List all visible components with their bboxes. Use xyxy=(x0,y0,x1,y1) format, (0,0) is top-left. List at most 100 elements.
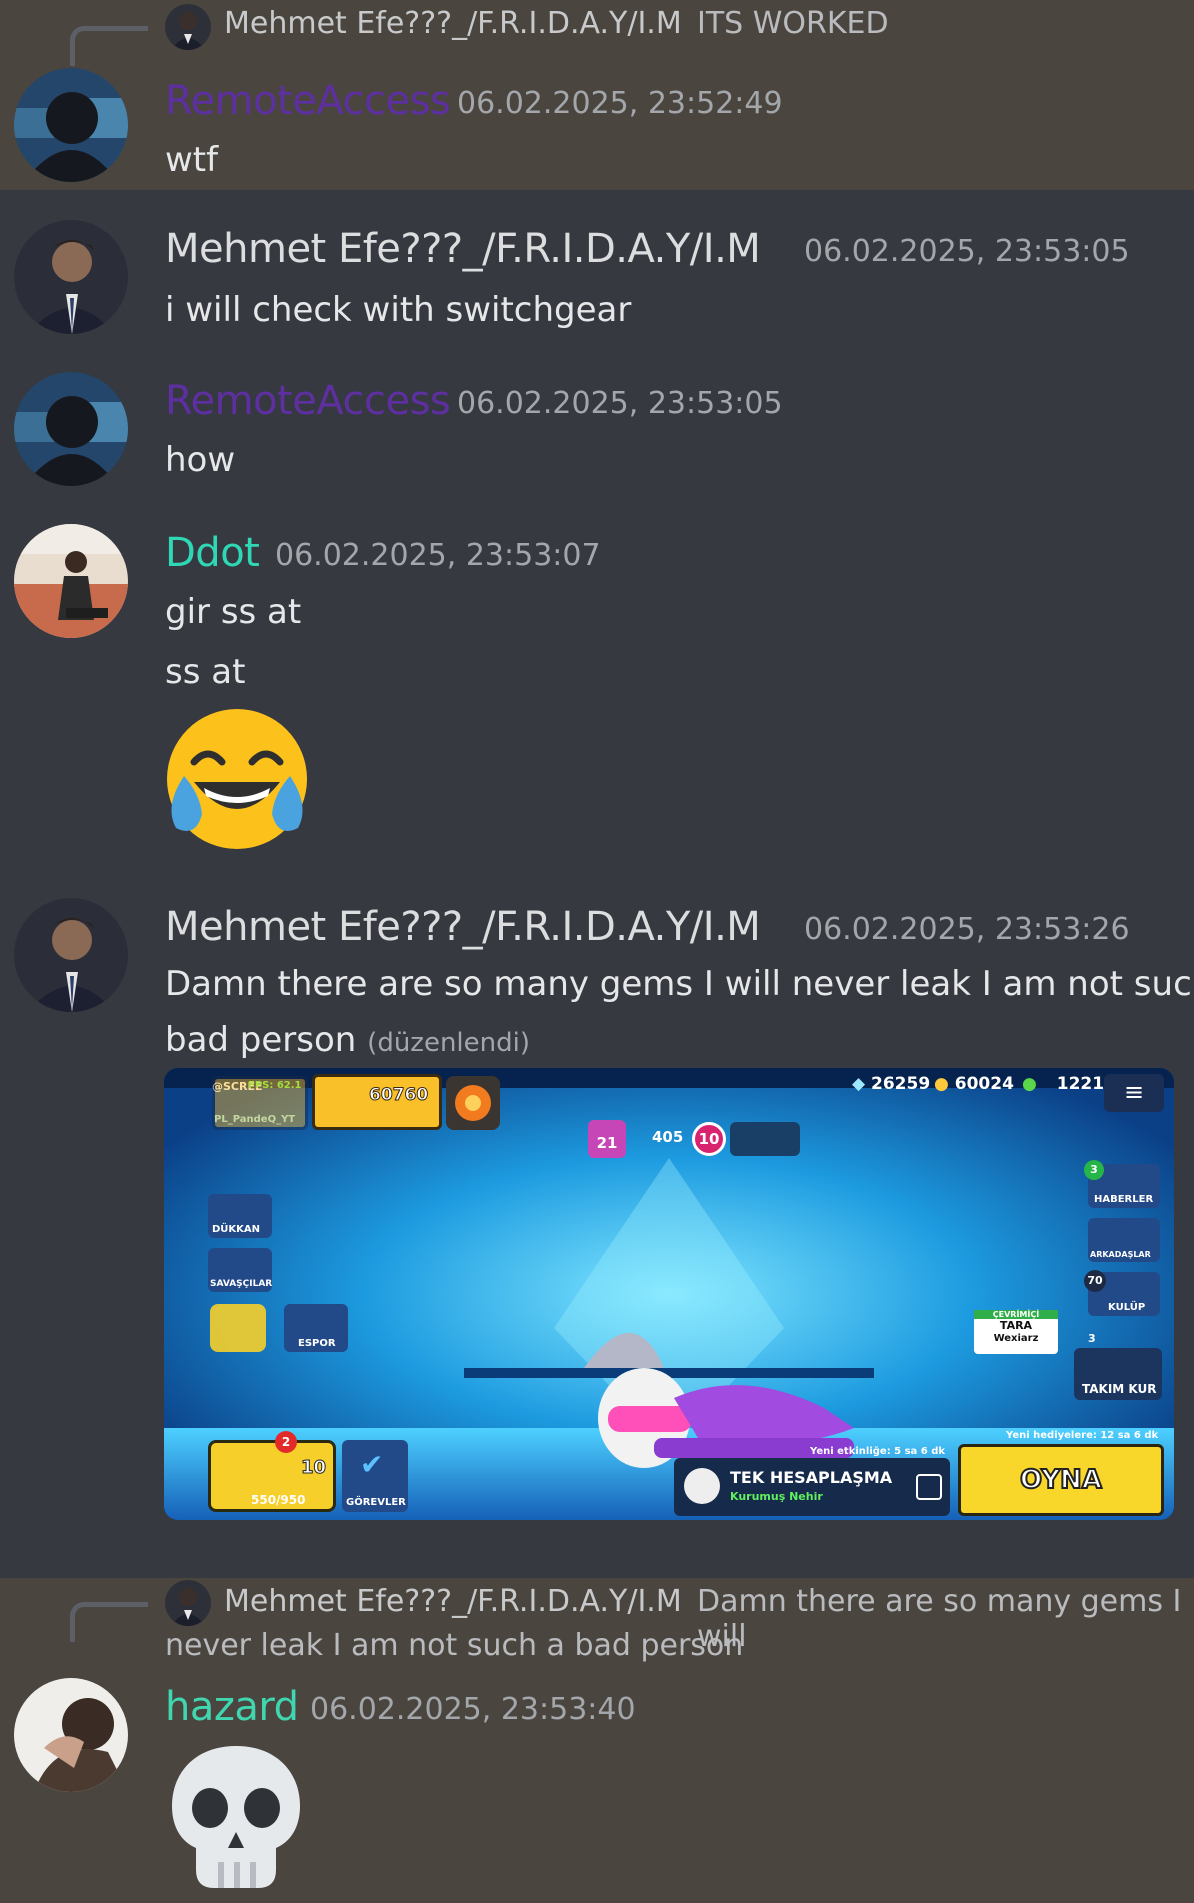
message-text: how xyxy=(165,440,236,480)
brawl-pass-progress: 550/950 xyxy=(251,1493,306,1507)
avatar[interactable] xyxy=(14,524,128,638)
profile-icon[interactable] xyxy=(212,1076,308,1130)
rank-badge[interactable]: 21 xyxy=(588,1120,626,1158)
news-badge: 3 xyxy=(1084,1160,1104,1180)
image-attachment[interactable]: @SCREE FPS: 62.1 PL_PandeQ_YT 60760 ◆ 26… xyxy=(164,1068,1174,1520)
esports-button[interactable]: ESPOR xyxy=(284,1304,348,1352)
brawl-pass-level: 10 xyxy=(300,1457,327,1479)
play-button[interactable]: OYNA xyxy=(958,1444,1164,1516)
avatar[interactable] xyxy=(14,68,128,182)
brawlers-button[interactable]: SAVAŞÇILAR xyxy=(208,1248,272,1292)
avatar[interactable] xyxy=(14,898,128,1012)
reply-author[interactable]: Mehmet Efe???_/F.R.I.D.A.Y/I.M xyxy=(224,6,682,41)
author-name[interactable]: Mehmet Efe???_/F.R.I.D.A.Y/I.M xyxy=(165,226,761,272)
message-remoteaccess-2[interactable]: RemoteAccess 06.02.2025, 23:53:05 how xyxy=(0,360,1194,490)
event-timer: Yeni etkinliğe: 5 sa 6 dk xyxy=(810,1446,946,1457)
message-mehmet-1[interactable]: Mehmet Efe???_/F.R.I.D.A.Y/I.M 06.02.202… xyxy=(0,190,1194,340)
message-text-continued: bad person xyxy=(165,1020,357,1060)
reply-text[interactable]: Damn there are so many gems I will xyxy=(697,1584,1194,1654)
brawl-pass-badge: 2 xyxy=(275,1431,297,1453)
trophy-box[interactable]: 60760 xyxy=(312,1074,442,1130)
club-badge: 70 xyxy=(1084,1270,1106,1292)
level-badge[interactable]: 10 xyxy=(692,1122,726,1156)
coin-icon: ● xyxy=(934,1074,949,1094)
team-button[interactable]: TAKIM KUR xyxy=(1074,1348,1162,1400)
points-value: 1221 xyxy=(1056,1074,1105,1094)
quests-label: GÖREVLER xyxy=(346,1497,406,1508)
message-text: gir ss at xyxy=(165,592,302,632)
menu-icon[interactable]: ≡ xyxy=(1104,1074,1164,1112)
gem-icon: ◆ xyxy=(852,1074,866,1094)
author-name[interactable]: hazard xyxy=(165,1684,299,1730)
team-label: TAKIM KUR xyxy=(1082,1382,1157,1396)
message-text: Damn there are so many gems I will never… xyxy=(165,964,1194,1004)
club-label: KULÜP xyxy=(1108,1302,1146,1313)
author-name[interactable]: RemoteAccess xyxy=(165,378,451,424)
reply-text[interactable]: ITS WORKED xyxy=(697,6,889,41)
coins-value: 60024 xyxy=(954,1074,1014,1094)
edited-label: (düzenlendi) xyxy=(367,1028,530,1058)
reply-connector xyxy=(70,26,148,66)
friends-label: ARKADAŞLAR xyxy=(1090,1250,1151,1259)
author-name[interactable]: Mehmet Efe???_/F.R.I.D.A.Y/I.M xyxy=(165,904,761,950)
friend-name-2: Wexiarz xyxy=(993,1333,1039,1344)
reply-avatar[interactable] xyxy=(165,1580,211,1626)
message-text: ss at xyxy=(165,652,246,692)
quest-icons[interactable] xyxy=(730,1122,800,1156)
reply-avatar[interactable] xyxy=(165,4,211,50)
message-remoteaccess-1[interactable]: Mehmet Efe???_/F.R.I.D.A.Y/I.M ITS WORKE… xyxy=(0,0,1194,190)
friend-status: ÇEVRİMİÇİ xyxy=(974,1310,1058,1319)
friends-button[interactable]: ARKADAŞLAR xyxy=(1088,1218,1160,1262)
timestamp: 06.02.2025, 23:52:49 xyxy=(457,86,783,121)
avatar[interactable] xyxy=(14,220,128,334)
rank-trophies: 405 xyxy=(652,1128,684,1146)
message-text: i will check with switchgear xyxy=(165,290,632,330)
author-name[interactable]: Ddot xyxy=(165,530,260,576)
timestamp: 06.02.2025, 23:53:26 xyxy=(804,912,1130,947)
friend-name-1: TARA xyxy=(999,1319,1033,1332)
reply-author[interactable]: Mehmet Efe???_/F.R.I.D.A.Y/I.M xyxy=(224,1584,682,1619)
gems-counter: ◆ 26259 xyxy=(852,1074,930,1094)
shop-label: DÜKKAN xyxy=(212,1224,261,1235)
timestamp: 06.02.2025, 23:53:07 xyxy=(275,538,601,573)
friends-online-count: 3 xyxy=(1088,1332,1096,1345)
message-hazard[interactable]: Mehmet Efe???_/F.R.I.D.A.Y/I.M Damn ther… xyxy=(0,1578,1194,1903)
game-mode-label: TEK HESAPLAŞMA xyxy=(730,1468,893,1487)
starr-drop-icon[interactable] xyxy=(210,1304,266,1352)
gems-value: 26259 xyxy=(871,1074,931,1094)
shop-button[interactable]: DÜKKAN xyxy=(208,1194,272,1238)
news-button[interactable]: 3 HABERLER xyxy=(1084,1160,1160,1208)
timestamp: 06.02.2025, 23:53:40 xyxy=(310,1692,636,1727)
joy-emoji[interactable] xyxy=(164,706,310,852)
checklist-icon: ✔ xyxy=(360,1448,384,1481)
game-mode-selector[interactable]: TEK HESAPLAŞMA Kurumuş Nehir xyxy=(674,1458,950,1516)
author-name[interactable]: RemoteAccess xyxy=(165,78,451,124)
avatar[interactable] xyxy=(14,1678,128,1792)
play-label: OYNA xyxy=(1019,1464,1103,1496)
mastery-icon[interactable] xyxy=(446,1076,500,1130)
reply-connector xyxy=(70,1602,148,1642)
points-counter: ● 1221 xyxy=(1022,1074,1104,1094)
map-label: Kurumuş Nehir xyxy=(730,1490,823,1503)
message-ddot[interactable]: Ddot 06.02.2025, 23:53:07 gir ss at ss a… xyxy=(0,510,1194,860)
brawlers-label: SAVAŞÇILAR xyxy=(210,1279,273,1289)
coins-counter: ● 60024 xyxy=(934,1074,1014,1094)
message-mehmet-2[interactable]: Mehmet Efe???_/F.R.I.D.A.Y/I.M 06.02.202… xyxy=(0,880,1194,1530)
message-text: bad person (düzenlendi) xyxy=(165,1020,530,1060)
reply-text-continued[interactable]: never leak I am not such a bad person xyxy=(165,1628,743,1663)
esports-label: ESPOR xyxy=(298,1338,336,1349)
map-icon xyxy=(916,1474,942,1500)
timestamp: 06.02.2025, 23:53:05 xyxy=(457,386,783,421)
brawl-pass-button[interactable]: 2 10 550/950 xyxy=(208,1431,336,1512)
online-friend-card[interactable]: ÇEVRİMİÇİ TARA Wexiarz xyxy=(974,1310,1058,1354)
quests-button[interactable]: ✔ GÖREVLER xyxy=(342,1440,408,1512)
trophy-count: 60760 xyxy=(368,1085,429,1106)
avatar[interactable] xyxy=(14,372,128,486)
skull-mode-icon xyxy=(684,1468,720,1504)
power-point-icon: ● xyxy=(1022,1074,1037,1094)
skull-emoji[interactable] xyxy=(168,1742,304,1892)
club-button[interactable]: 70 KULÜP xyxy=(1084,1270,1160,1316)
gift-timer: Yeni hediyelere: 12 sa 6 dk xyxy=(1006,1430,1159,1441)
timestamp: 06.02.2025, 23:53:05 xyxy=(804,234,1130,269)
news-label: HABERLER xyxy=(1094,1194,1154,1205)
